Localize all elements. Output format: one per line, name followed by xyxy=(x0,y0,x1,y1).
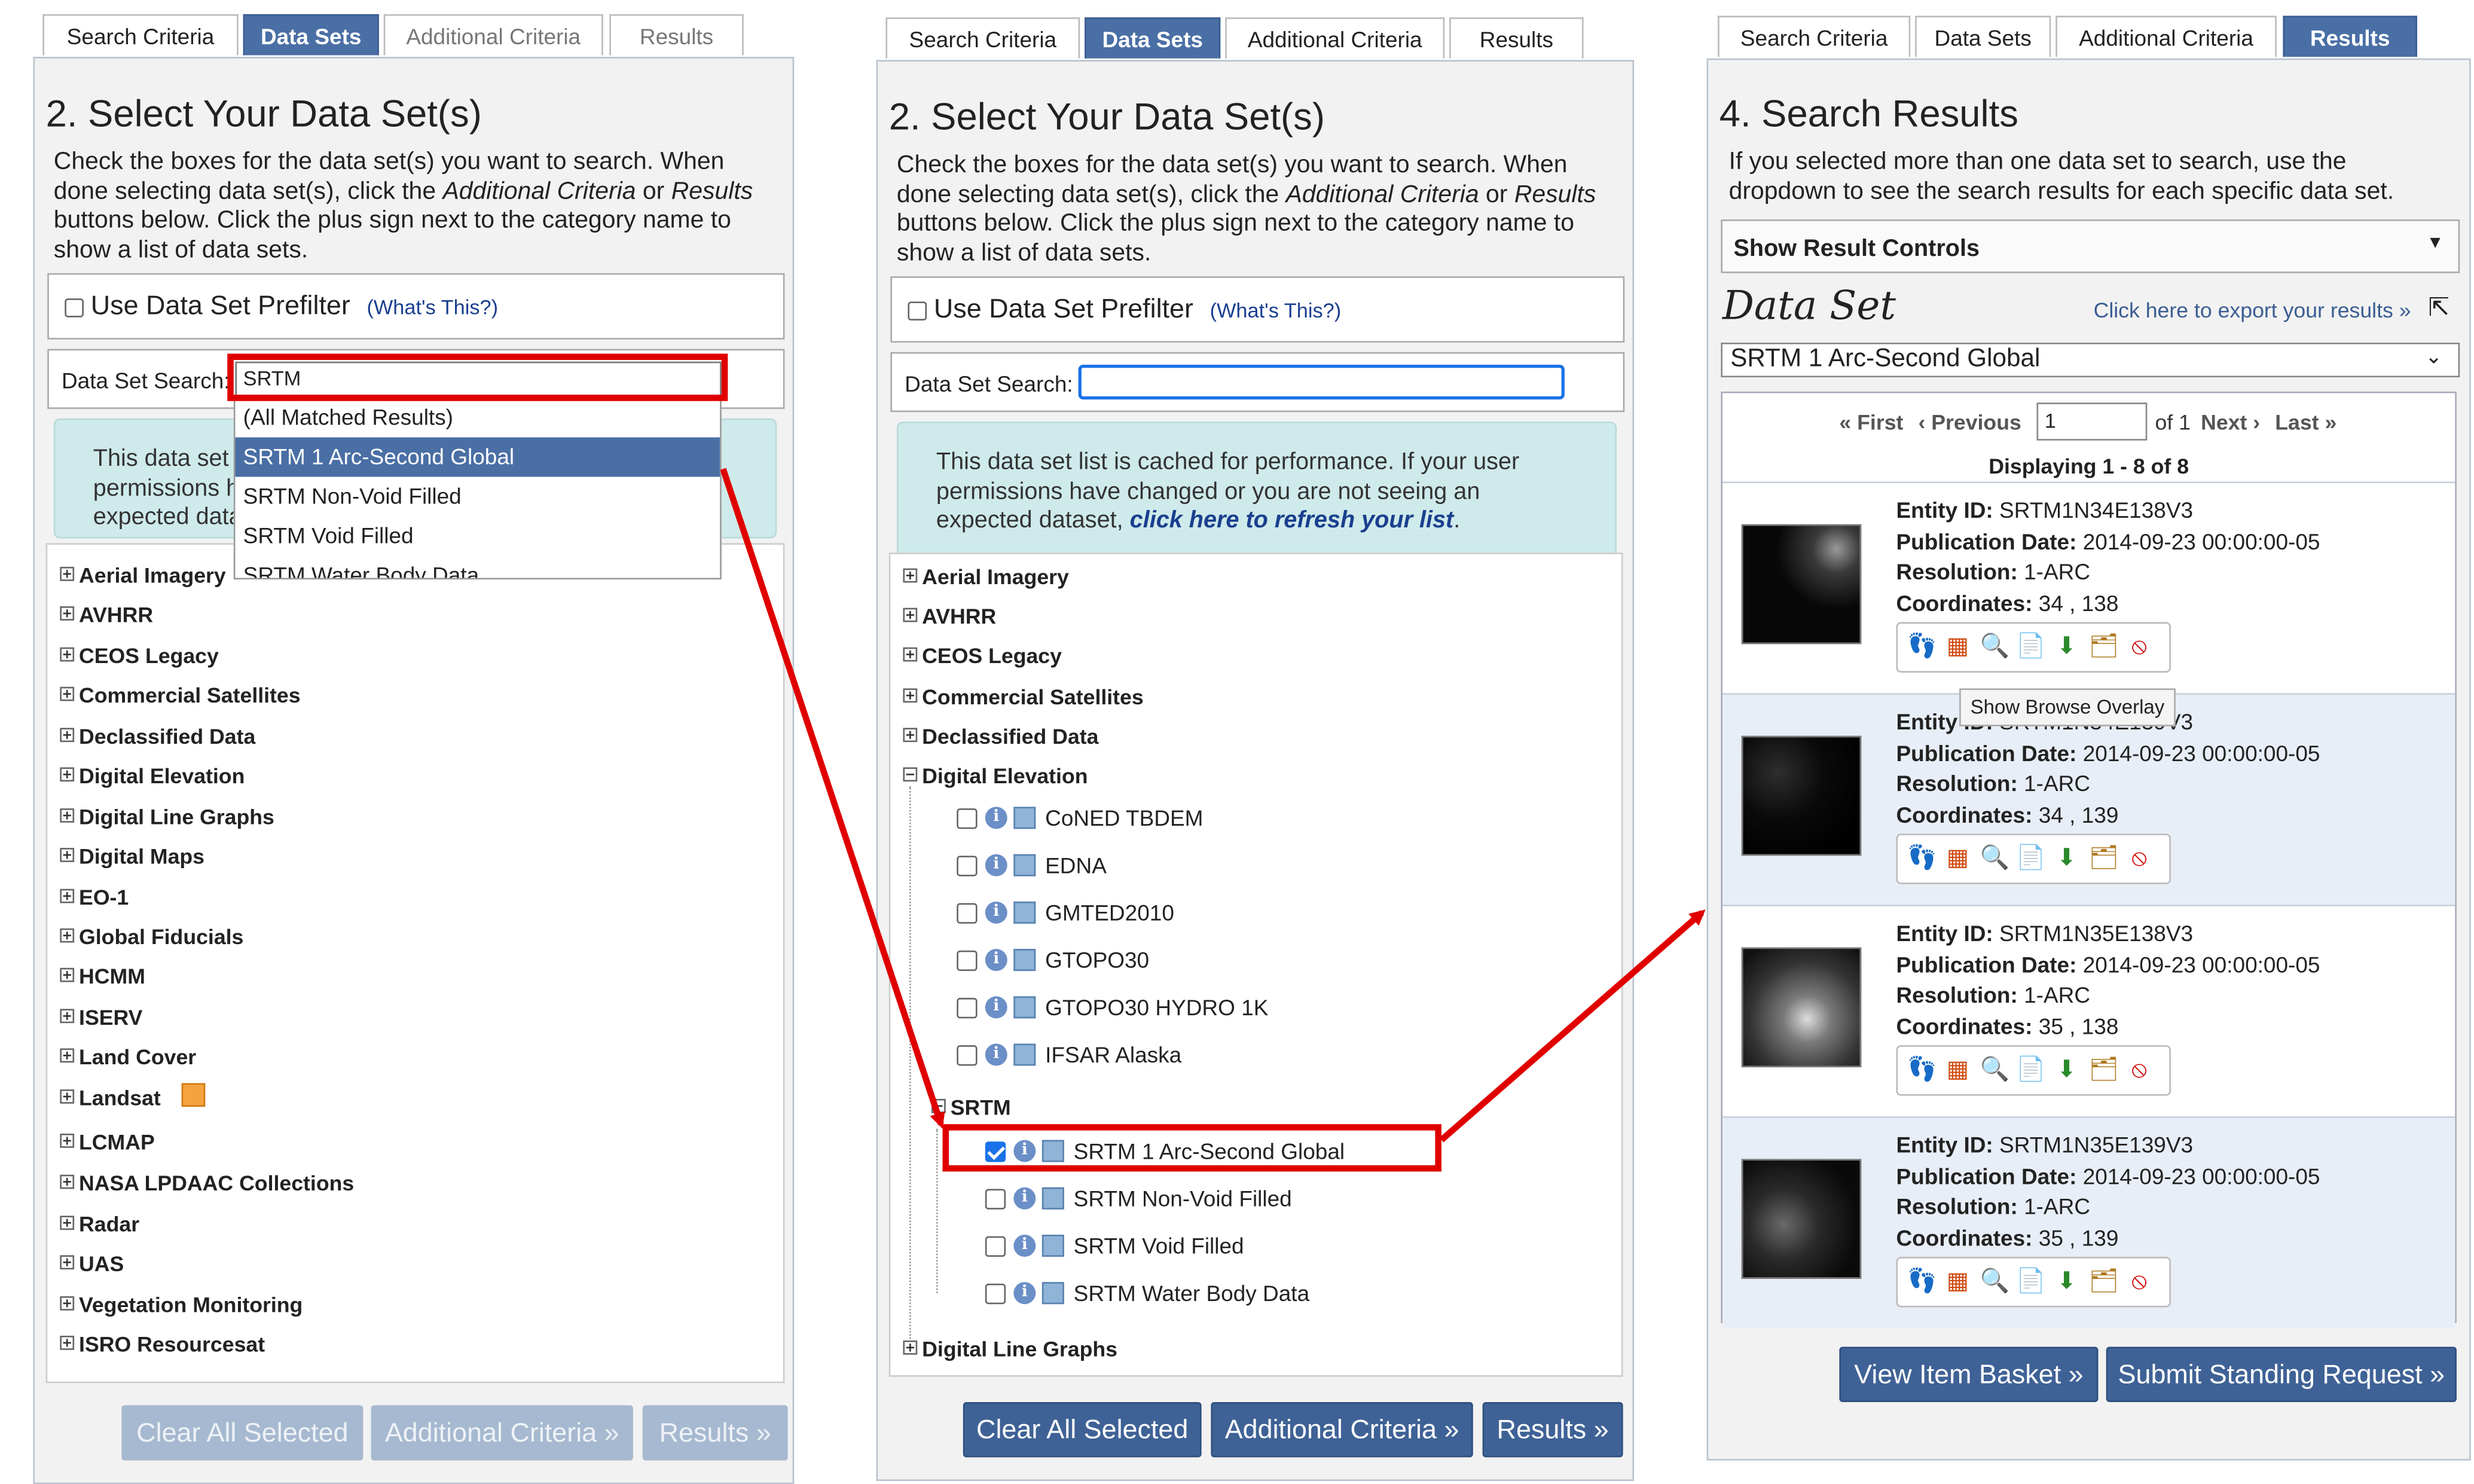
tutorial-composite: Search Criteria Data Sets Additional Cri… xyxy=(0,0,2474,1484)
arrow-to-checkbox xyxy=(720,468,945,1129)
annotation-arrows xyxy=(720,468,1706,1143)
arrow-to-results xyxy=(1439,909,1706,1143)
